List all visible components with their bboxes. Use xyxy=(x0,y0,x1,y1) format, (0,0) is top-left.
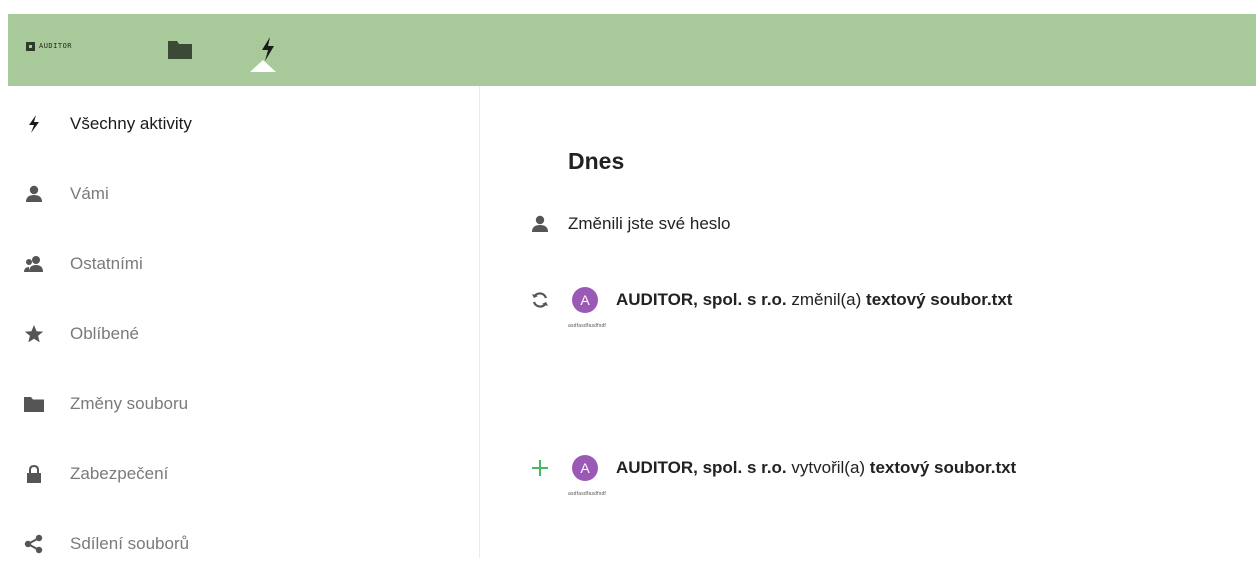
lock-icon xyxy=(24,464,44,484)
sidebar-item-label: Oblíbené xyxy=(70,324,139,343)
user-icon xyxy=(24,184,44,204)
activity-stream: Dnes Změnili jste své heslo A AUDITOR, s… xyxy=(480,86,1256,558)
activity-file-link[interactable]: textový soubor.txt xyxy=(870,458,1016,477)
sidebar-item-file-changes[interactable]: Změny souboru xyxy=(8,379,479,429)
activity-detail: asdfasdfasdfsdf xyxy=(568,323,607,329)
avatar[interactable]: A xyxy=(572,455,598,481)
logo-mark xyxy=(26,41,35,51)
logo-text: AUDITOR xyxy=(39,41,73,50)
sidebar-item-label: Sdílení souborů xyxy=(70,534,190,553)
sidebar-item-label: Všechny aktivity xyxy=(70,114,192,133)
activity-verb: změnil(a) xyxy=(791,290,862,309)
user-icon xyxy=(528,212,552,236)
sidebar-item-label: Zabezpečení xyxy=(70,464,169,483)
sidebar-item-file-sharing[interactable]: Sdílení souborů xyxy=(8,519,479,569)
refresh-icon xyxy=(528,288,552,312)
sidebar-item-label: Ostatními xyxy=(70,254,143,273)
avatar[interactable]: A xyxy=(572,287,598,313)
users-icon xyxy=(24,254,44,274)
section-title: Dnes xyxy=(568,148,625,174)
activity-text: Změnili jste své heslo xyxy=(568,214,731,233)
app-header: AUDITOR xyxy=(8,14,1256,86)
folder-icon xyxy=(168,41,192,59)
active-app-indicator xyxy=(250,60,276,72)
sidebar-item-security[interactable]: Zabezpečení xyxy=(8,449,479,499)
activity-text: AUDITOR, spol. s r.o. vytvořil(a) textov… xyxy=(616,458,1016,478)
plus-icon xyxy=(528,456,552,480)
files-app-button[interactable] xyxy=(166,34,194,64)
activity-file-link[interactable]: textový soubor.txt xyxy=(866,290,1012,309)
share-icon xyxy=(24,534,44,554)
sidebar-item-all-activities[interactable]: Všechny aktivity xyxy=(8,99,479,149)
star-icon xyxy=(24,324,44,344)
activity-verb: vytvořil(a) xyxy=(791,458,866,477)
sidebar-item-label: Vámi xyxy=(70,184,109,203)
sidebar-item-by-others[interactable]: Ostatními xyxy=(8,239,479,289)
sidebar-item-by-you[interactable]: Vámi xyxy=(8,169,479,219)
activity-actor[interactable]: AUDITOR, spol. s r.o. xyxy=(616,290,787,309)
sidebar-item-label: Změny souboru xyxy=(70,394,189,413)
app-logo[interactable]: AUDITOR xyxy=(26,39,72,53)
lightning-icon xyxy=(24,114,44,134)
activity-detail: asdfasdfasdfsdf xyxy=(568,491,607,497)
sidebar: Všechny aktivity Vámi Ostatními Oblíbené… xyxy=(8,86,480,558)
lightning-icon xyxy=(262,37,274,61)
activity-actor[interactable]: AUDITOR, spol. s r.o. xyxy=(616,458,787,477)
activity-text: AUDITOR, spol. s r.o. změnil(a) textový … xyxy=(616,290,1012,310)
sidebar-item-favorites[interactable]: Oblíbené xyxy=(8,309,479,359)
folder-icon xyxy=(24,394,44,414)
